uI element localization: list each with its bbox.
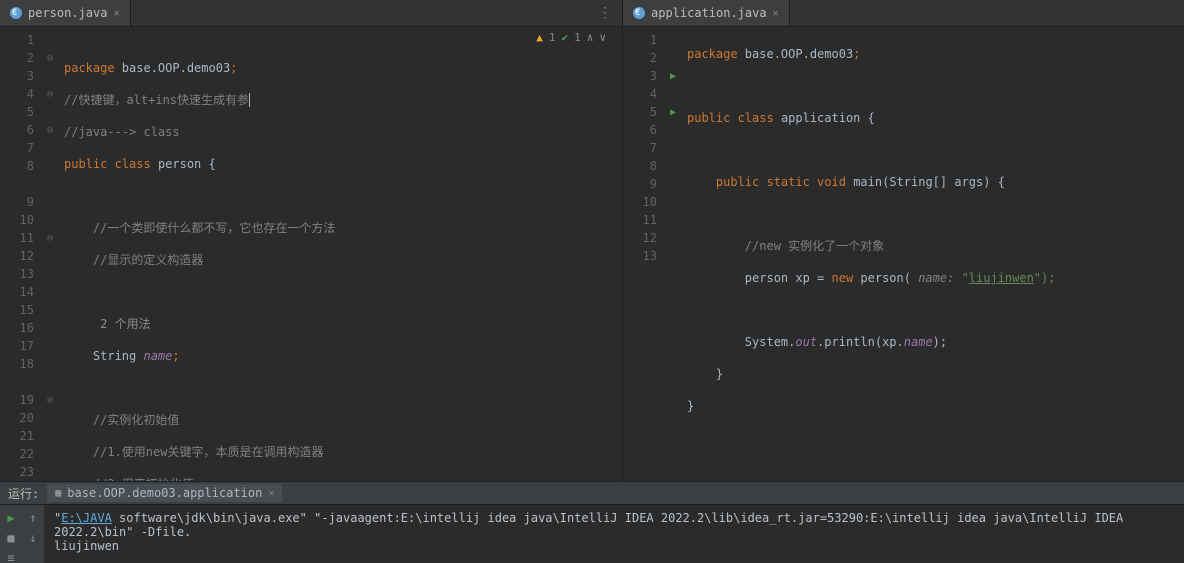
tab-application-java[interactable]: application.java ✕	[623, 0, 790, 26]
code-area-left[interactable]: 1234 5678 9101112 13141516 1718 19202122…	[0, 27, 622, 481]
close-icon[interactable]: ✕	[113, 8, 119, 19]
code-body-right[interactable]: package base.OOP.demo03; public class ap…	[681, 27, 1174, 481]
marker-strip-right: ▶ ▶	[665, 27, 681, 481]
run-config-name: base.OOP.demo03.application	[67, 486, 262, 500]
java-class-icon	[10, 7, 22, 19]
tab-filename: application.java	[651, 6, 767, 20]
run-toolbar: 运行: ▦ base.OOP.demo03.application ✕	[0, 482, 1184, 505]
run-gutter-icon[interactable]: ▶	[665, 67, 681, 85]
editor-pane-left: person.java ✕ ⋮ 1234 5678 9101112 131415…	[0, 0, 623, 481]
marker-strip-left: ⊖ ⊖ ⊖ ⊖ ⊖	[42, 27, 58, 481]
ok-icon: ✔	[562, 31, 569, 44]
warning-count: 1	[549, 31, 556, 44]
run-icon[interactable]: ▶	[4, 511, 18, 525]
code-inspection-status[interactable]: ▲ 1 ✔ 1 ∧ ∨	[536, 31, 606, 44]
editor-pane-right: application.java ✕ 1234 5678 910111213 ▶…	[623, 0, 1184, 481]
code-area-right[interactable]: 1234 5678 910111213 ▶ ▶ package base.OOP…	[623, 27, 1184, 481]
console-panel: ▶ ■ ≡ ↑ ↓ "E:\JAVA software\jdk\bin\java…	[0, 505, 1184, 563]
run-config-icon: ▦	[55, 488, 61, 499]
tab-overflow-menu-icon[interactable]: ⋮	[588, 5, 622, 21]
ok-count: 1	[574, 31, 581, 44]
gutter-left: 1234 5678 9101112 13141516 1718 19202122…	[0, 27, 42, 481]
next-highlight-icon[interactable]: ∨	[599, 31, 606, 44]
error-stripe-right[interactable]	[1174, 27, 1184, 481]
tabbar-left: person.java ✕ ⋮	[0, 0, 622, 27]
layout-icon[interactable]: ≡	[4, 551, 18, 563]
java-class-icon	[633, 7, 645, 19]
warning-icon: ▲	[536, 31, 543, 44]
gutter-right: 1234 5678 910111213	[623, 27, 665, 481]
stop-icon[interactable]: ■	[4, 531, 18, 545]
usage-hint[interactable]: 2 个用法	[100, 317, 150, 331]
run-tool-column-2: ↑ ↓	[22, 505, 44, 563]
prev-highlight-icon[interactable]: ∧	[587, 31, 594, 44]
console-output[interactable]: "E:\JAVA software\jdk\bin\java.exe" "-ja…	[44, 505, 1184, 563]
close-icon[interactable]: ✕	[773, 8, 779, 19]
tab-filename: person.java	[28, 6, 107, 20]
code-body-left[interactable]: ▲1 ✔1 ∧ ∨ package base.OOP.demo03; //快捷键…	[58, 27, 612, 481]
tabbar-right: application.java ✕	[623, 0, 1184, 27]
scroll-up-icon[interactable]: ↑	[26, 511, 40, 525]
tab-person-java[interactable]: person.java ✕	[0, 0, 131, 26]
run-label: 运行:	[8, 485, 39, 502]
run-gutter-icon[interactable]: ▶	[665, 103, 681, 121]
console-stdout-line: liujinwen	[54, 539, 119, 553]
error-stripe-left[interactable]	[612, 27, 622, 481]
scroll-down-icon[interactable]: ↓	[26, 531, 40, 545]
console-link[interactable]: E:\JAVA	[61, 511, 112, 525]
close-icon[interactable]: ✕	[268, 488, 274, 499]
run-config-tab[interactable]: ▦ base.OOP.demo03.application ✕	[47, 484, 282, 502]
run-tool-column-1: ▶ ■ ≡	[0, 505, 22, 563]
